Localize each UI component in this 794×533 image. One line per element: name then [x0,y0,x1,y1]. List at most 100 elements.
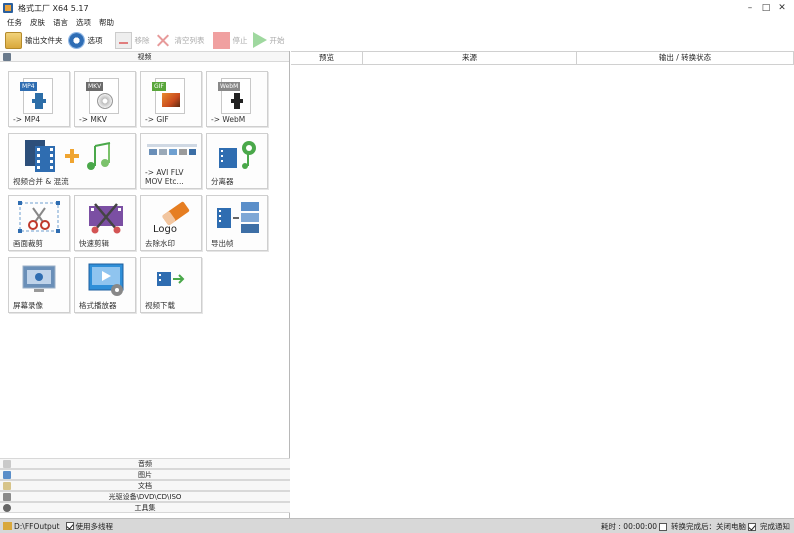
webm-file-icon: WebM [218,78,251,114]
screen-record-icon [22,265,56,292]
image-icon [3,471,11,479]
stop-button[interactable]: 停止 [212,29,248,51]
category-audio[interactable]: 音频 [0,458,290,469]
remove-button[interactable]: 移除 [114,29,150,51]
output-folder-label: 输出文件夹 [25,35,63,45]
multi-format-icon [147,144,197,155]
stop-icon [212,31,230,49]
output-folder-button[interactable]: 输出文件夹 [5,29,63,51]
tile-export-frames-label: 导出帧 [211,239,234,248]
tile-quick-clip-label: 快速剪辑 [79,239,109,248]
audio-icon [3,460,11,468]
task-list-panel: 预览 来源 输出 / 转换状态 [291,51,794,518]
tile-webm-label: -> WebM [211,115,246,124]
tile-gif[interactable]: GIF -> GIF [140,71,202,127]
maximize-button[interactable]: □ [758,0,774,16]
remove-label: 移除 [134,35,150,45]
tile-mp4[interactable]: MP4 -> MP4 [8,71,70,127]
tile-mkv[interactable]: MKV -> MKV [74,71,136,127]
app-icon [3,3,13,13]
after-convert-label: 转换完成后：关闭电脑 [671,522,746,531]
menu-language[interactable]: 语言 [53,17,68,28]
tile-merge-mux-label: 视频合并 & 混流 [13,177,69,186]
tile-remove-watermark[interactable]: Logo 去除水印 [140,195,202,251]
column-source[interactable]: 来源 [363,52,577,64]
tile-screen-record[interactable]: 屏幕录像 [8,257,70,313]
start-label: 开始 [269,35,285,45]
tile-crop-label: 画面裁剪 [13,239,43,248]
folder-icon [3,522,12,530]
tools-icon [3,504,11,512]
category-video-label: 视频 [137,53,152,61]
title-bar: 格式工厂 X64 5.17 – □ ✕ [0,0,794,16]
tile-avi-flv-mov-label: -> AVI FLV MOV Etc... [145,168,184,186]
tile-video-download-label: 视频下载 [145,301,175,310]
mkv-badge: MKV [86,82,104,91]
category-video[interactable]: 视频 [0,51,289,62]
left-panel: 视频 MP4 -> MP4 MKV -> MKV GIF -> GIF WebM… [0,51,290,518]
task-list-header: 预览 来源 输出 / 转换状态 [291,51,794,65]
webm-badge: WebM [218,82,241,91]
multithread-checkbox[interactable] [65,522,74,530]
tile-mp4-label: -> MP4 [13,115,41,124]
after-convert-checkbox[interactable] [659,522,667,531]
options-icon [67,31,85,49]
gif-badge: GIF [152,82,166,91]
notify-label: 完成通知 [760,522,790,531]
toolbar: 输出文件夹 选项 移除 清空列表 停止 开始 [0,29,794,51]
tile-format-player[interactable]: 格式播放器 [74,257,136,313]
menu-skin[interactable]: 皮肤 [30,17,45,28]
clear-icon [155,32,172,49]
status-bar: D:\FFOutput 使用多线程 耗时 : 00:00:00 转换完成后：关闭… [0,518,794,533]
eraser-icon: Logo [153,201,190,235]
category-tools-label: 工具集 [134,504,156,512]
merge-mux-icon [25,140,111,172]
gif-file-icon: GIF [152,78,185,114]
category-image[interactable]: 图片 [0,469,290,480]
output-path[interactable]: D:\FFOutput [14,522,60,531]
play-icon [252,32,267,48]
disc-icon [3,493,11,501]
tile-screen-record-label: 屏幕录像 [13,301,43,310]
minimize-button[interactable]: – [742,0,758,16]
window-title: 格式工厂 X64 5.17 [18,3,89,13]
export-frames-icon [217,202,259,233]
options-button[interactable]: 选项 [67,29,103,51]
column-preview[interactable]: 预览 [291,52,363,64]
menu-options[interactable]: 选项 [76,17,91,28]
tile-mkv-label: -> MKV [79,115,107,124]
tile-splitter[interactable]: 分离器 [206,133,268,189]
tile-remove-watermark-label: 去除水印 [145,239,175,248]
multithread-label: 使用多线程 [75,521,114,531]
tile-splitter-label: 分离器 [211,177,234,186]
elapsed-time: 耗时 : 00:00:00 [601,522,657,531]
tile-format-player-label: 格式播放器 [79,301,117,310]
svg-text:Logo: Logo [153,224,177,235]
folder-icon [5,31,22,49]
tile-export-frames[interactable]: 导出帧 [206,195,268,251]
menu-bar: 任务 皮肤 语言 选项 帮助 [0,16,794,28]
category-tools[interactable]: 工具集 [0,502,290,513]
column-output-status[interactable]: 输出 / 转换状态 [577,52,794,64]
tile-quick-clip[interactable]: 快速剪辑 [74,195,136,251]
tile-webm[interactable]: WebM -> WebM [206,71,268,127]
notify-checkbox[interactable] [748,522,756,531]
video-icon [3,53,11,61]
player-icon [88,263,124,296]
tile-merge-mux[interactable]: 视频合并 & 混流 [8,133,136,189]
video-download-icon [157,272,185,286]
menu-help[interactable]: 帮助 [99,17,114,28]
tile-crop[interactable]: 画面裁剪 [8,195,70,251]
tile-video-download[interactable]: 视频下载 [140,257,202,313]
category-document[interactable]: 文档 [0,480,290,491]
tile-avi-flv-mov[interactable]: -> AVI FLV MOV Etc... [140,133,202,189]
close-button[interactable]: ✕ [774,0,790,16]
clear-list-button[interactable]: 清空列表 [155,29,205,51]
start-button[interactable]: 开始 [252,29,285,51]
mp4-file-icon: MP4 [20,78,53,114]
category-disc[interactable]: 光驱设备\DVD\CD\ISO [0,491,290,502]
document-icon [3,482,11,490]
menu-task[interactable]: 任务 [7,17,22,28]
category-audio-label: 音频 [138,460,152,468]
crop-scissors-icon [18,201,60,233]
